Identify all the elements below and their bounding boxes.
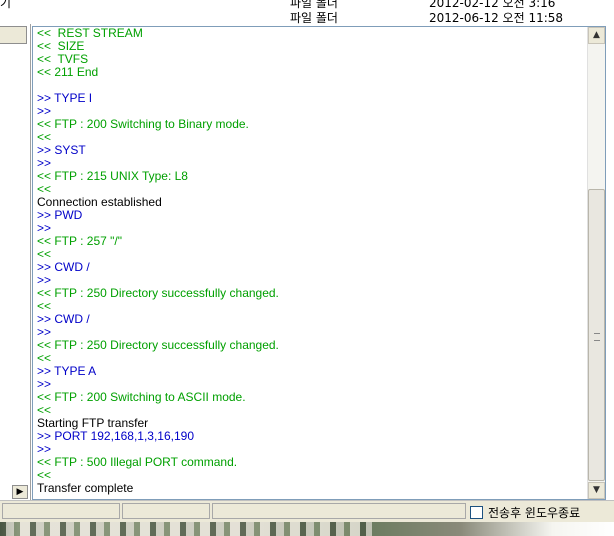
log-line-received: << 211 End bbox=[37, 65, 99, 79]
log-line-received: << TVFS bbox=[37, 52, 89, 66]
file-list-row[interactable]: 파일 폴더 2012-06-12 오전 11:58 bbox=[0, 9, 614, 24]
ftp-log: << REST STREAM << SIZE << TVFS << 211 End >>… bbox=[37, 27, 587, 499]
desktop-wallpaper bbox=[0, 522, 372, 536]
left-pane-header[interactable] bbox=[0, 26, 27, 44]
log-line-info: Transfer complete bbox=[37, 481, 134, 495]
grip-icon bbox=[594, 333, 600, 341]
log-line-received: << FTP : 215 UNIX Type: L8 bbox=[37, 169, 188, 183]
close-after-transfer-checkbox[interactable]: 전송후 윈도우종료 bbox=[470, 503, 580, 521]
log-line-sent: >> PWD bbox=[37, 208, 83, 222]
log-line-received: << bbox=[37, 351, 52, 365]
log-line-received: << bbox=[37, 247, 52, 261]
log-line-received bbox=[37, 79, 587, 92]
checkbox-icon[interactable] bbox=[470, 505, 483, 519]
status-segment bbox=[2, 503, 120, 519]
close-after-transfer-label: 전송후 윈도우종료 bbox=[488, 505, 581, 520]
log-line-sent: >> TYPE I bbox=[37, 91, 93, 105]
log-line-received: << FTP : 250 Directory successfully chan… bbox=[37, 286, 279, 300]
scrollbar-thumb[interactable] bbox=[588, 189, 605, 481]
status-segment bbox=[122, 503, 210, 519]
status-bar: 전송후 윈도우종료 bbox=[0, 500, 614, 522]
log-line-received: << bbox=[37, 299, 52, 313]
log-line-received: << bbox=[37, 130, 52, 144]
log-line-received: << FTP : 250 Directory successfully chan… bbox=[37, 338, 279, 352]
file-list-strip: 기 파일 폴더 2012-02-12 오전 3:16 파일 폴더 2012-06… bbox=[0, 0, 614, 24]
log-line-sent: >> CWD / bbox=[37, 312, 90, 326]
log-line-received: << SIZE bbox=[37, 39, 85, 53]
file-list-row[interactable]: 파일 폴더 2012-02-12 오전 3:16 bbox=[0, 0, 614, 10]
left-pane: ▶ bbox=[0, 24, 31, 500]
log-line-sent: >> CWD / bbox=[37, 260, 90, 274]
log-line-info: Connection established bbox=[37, 195, 162, 209]
log-line-received: << FTP : 500 Illegal PORT command. bbox=[37, 455, 238, 469]
log-vertical-scrollbar[interactable]: ▲ ▼ bbox=[587, 27, 605, 499]
log-line-sent: >> TYPE A bbox=[37, 364, 97, 378]
scroll-down-arrow-icon[interactable]: ▼ bbox=[588, 482, 605, 499]
scroll-up-arrow-icon[interactable]: ▲ bbox=[588, 27, 605, 44]
ftp-log-panel[interactable]: << REST STREAM << SIZE << TVFS << 211 End >>… bbox=[32, 26, 606, 500]
log-line-received: << REST STREAM bbox=[37, 27, 143, 40]
desktop-background-strip bbox=[0, 522, 614, 536]
file-date: 2012-06-12 오전 11:58 bbox=[429, 11, 564, 24]
status-segment bbox=[212, 503, 466, 519]
log-line-sent: >> PORT 192,168,1,3,16,190 bbox=[37, 429, 195, 443]
file-type: 파일 폴더 bbox=[290, 11, 338, 24]
log-line-sent: >> SYST bbox=[37, 143, 86, 157]
window-edge bbox=[606, 24, 614, 500]
chevron-right-icon[interactable]: ▶ bbox=[12, 485, 28, 499]
log-line-received: << FTP : 200 Switching to ASCII mode. bbox=[37, 390, 246, 404]
log-line-received: << FTP : 257 "/" bbox=[37, 234, 123, 248]
log-line-received: << FTP : 200 Switching to Binary mode. bbox=[37, 117, 249, 131]
